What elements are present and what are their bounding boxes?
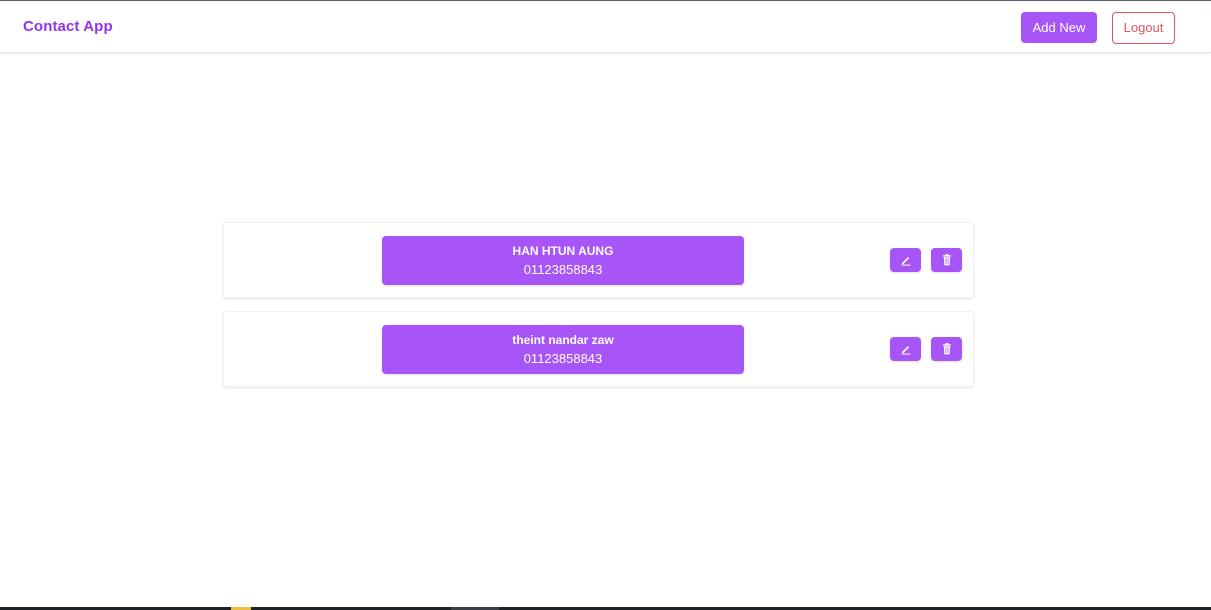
contact-info: theint nandar zaw 01123858843 [382,325,744,374]
edit-contact-button[interactable] [890,337,921,361]
contact-name: theint nandar zaw [512,333,614,347]
contact-info: HAN HTUN AUNG 01123858843 [382,236,744,285]
edit-contact-button[interactable] [890,248,921,272]
trash-icon [942,254,952,266]
pencil-icon [900,343,912,355]
contact-phone: 01123858843 [523,351,603,366]
contact-phone: 01123858843 [523,262,603,277]
logout-button[interactable]: Logout [1112,12,1175,44]
navbar: Contact App Add New Logout [0,1,1211,53]
add-new-button[interactable]: Add New [1021,12,1097,43]
app-brand[interactable]: Contact App [23,18,113,35]
pencil-icon [900,254,912,266]
delete-contact-button[interactable] [931,248,962,272]
contact-card: theint nandar zaw 01123858843 [223,311,974,387]
delete-contact-button[interactable] [931,337,962,361]
contact-card: HAN HTUN AUNG 01123858843 [223,222,974,298]
trash-icon [942,343,952,355]
contact-name: HAN HTUN AUNG [512,244,614,258]
